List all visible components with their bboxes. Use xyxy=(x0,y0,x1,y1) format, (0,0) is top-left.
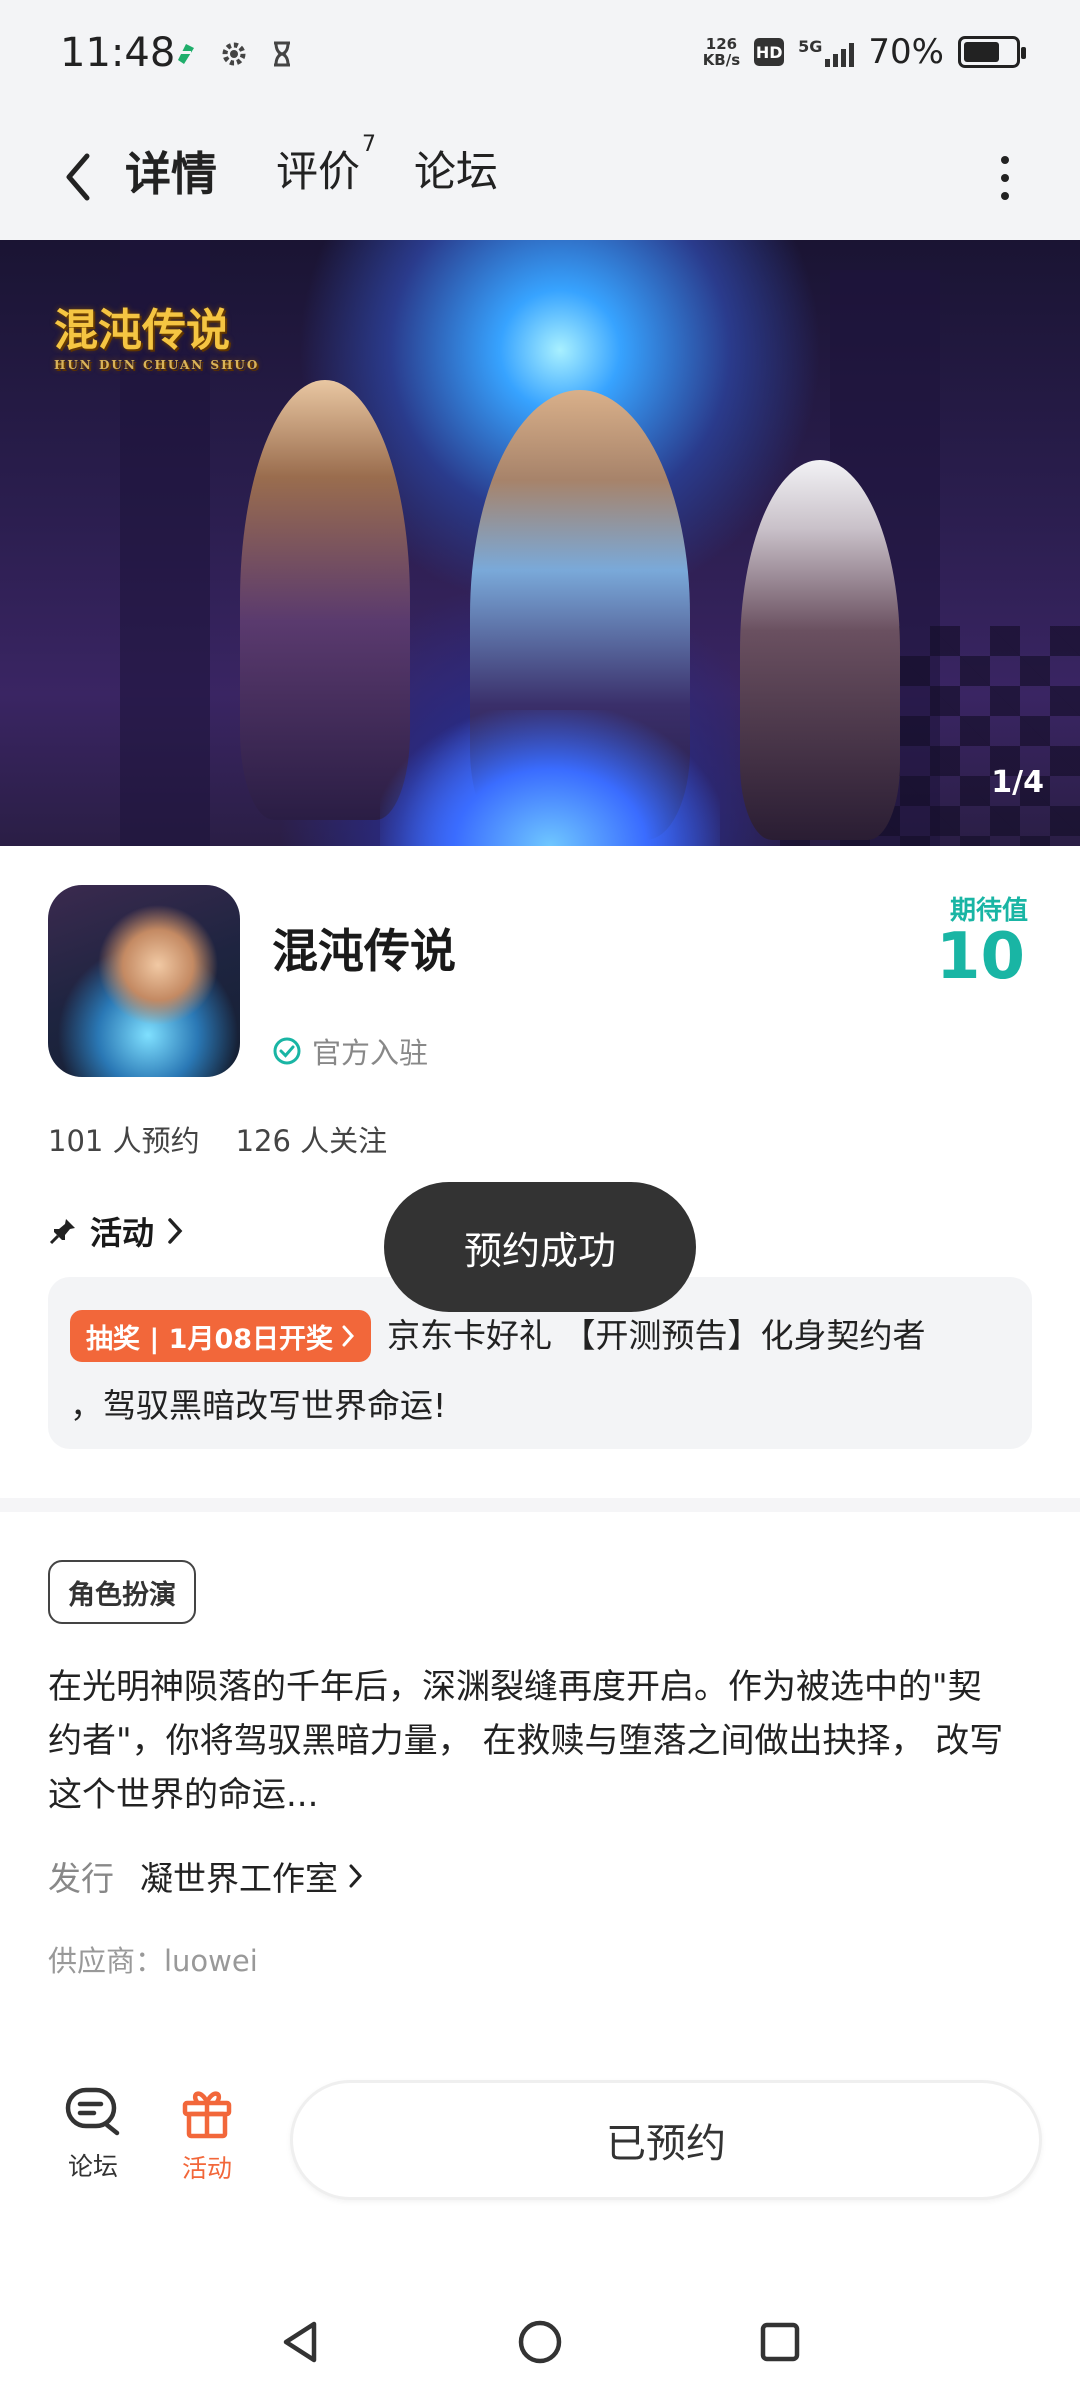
lottery-tag-label: 抽奖 | 1月08日开奖 xyxy=(86,1323,334,1355)
circle-home-icon xyxy=(518,2320,562,2364)
reservation-count: 101 人预约 xyxy=(48,1124,200,1158)
system-nav-bar xyxy=(0,2290,1080,2400)
publisher-link: 凝世界工作室 xyxy=(140,1852,364,1900)
game-app-icon xyxy=(48,885,240,1077)
more-dot-icon xyxy=(1001,192,1009,200)
tab-detail-label: 详情 xyxy=(125,147,217,201)
battery-percent: 70% xyxy=(868,32,944,72)
chevron-right-icon xyxy=(168,1218,183,1244)
official-badge: 官方入驻 xyxy=(272,1030,428,1072)
follower-count: 126 人关注 xyxy=(235,1124,388,1158)
official-label: 官方入驻 xyxy=(312,1036,429,1070)
chevron-right-icon xyxy=(349,1864,363,1888)
back-button[interactable] xyxy=(48,142,108,212)
game-banner-carousel[interactable]: 混沌传说 HUN DUN CHUAN SHUO 1/4 xyxy=(0,240,1080,846)
game-stats: 101 人预约 126 人关注 xyxy=(48,1118,387,1160)
publisher-row[interactable]: 发行 凝世界工作室 xyxy=(48,1852,364,1900)
banner-character-right xyxy=(740,460,900,840)
activity-heading: 活动 xyxy=(90,1214,155,1252)
publisher-name: 凝世界工作室 xyxy=(140,1859,338,1898)
back-arrow-icon xyxy=(66,153,90,201)
lottery-tag: 抽奖 | 1月08日开奖 xyxy=(70,1310,372,1362)
hourglass-icon xyxy=(266,38,298,70)
top-nav: 详情 评价 7 论坛 xyxy=(0,118,1080,240)
system-home-button[interactable] xyxy=(510,2312,570,2372)
square-recents-icon xyxy=(760,2322,800,2362)
settings-gear-icon xyxy=(218,38,250,70)
battery-icon xyxy=(958,36,1026,68)
status-right: 126 KB/s HD 5G 70% xyxy=(703,32,1026,72)
game-logo: 混沌传说 HUN DUN CHUAN SHUO xyxy=(44,290,269,376)
network-type: 5G xyxy=(798,37,823,56)
verified-check-icon xyxy=(273,1037,301,1065)
bottom-forum-label: 论坛 xyxy=(67,2152,118,2181)
status-notification-icons xyxy=(170,38,298,70)
system-back-button[interactable] xyxy=(270,2312,330,2372)
reserved-button[interactable]: 已预约 xyxy=(290,2080,1042,2200)
status-time: 11:48 xyxy=(60,30,176,76)
section-divider xyxy=(0,1498,1080,1512)
bottom-activity-button[interactable]: 活动 xyxy=(152,2085,262,2185)
network-speed-value: 126 xyxy=(705,35,738,53)
status-bar: 11:48 126 KB/s HD 5G 70% xyxy=(0,0,1080,118)
banner-page-counter: 1/4 xyxy=(991,765,1044,800)
triangle-back-icon xyxy=(283,2321,317,2363)
game-description: 在光明神陨落的千年后，深渊裂缝再度开启。作为被选中的"契约者"，你将驾驭黑暗力量… xyxy=(48,1667,1004,1815)
system-recents-button[interactable] xyxy=(750,2312,810,2372)
signal-icon: 5G xyxy=(798,37,855,67)
banner-blue-flames xyxy=(380,710,720,846)
pin-icon xyxy=(49,1219,75,1245)
network-speed-unit: KB/s xyxy=(702,51,741,69)
battery-fill xyxy=(964,42,999,62)
activity-section-header[interactable]: 活动 xyxy=(48,1208,184,1254)
more-dot-icon xyxy=(1001,174,1009,182)
bottom-forum-button[interactable]: 论坛 xyxy=(38,2085,148,2183)
tab-detail[interactable]: 详情 xyxy=(123,138,221,204)
hd-badge: HD xyxy=(754,38,785,66)
supplier-info: 供应商：luowei xyxy=(48,1944,258,1978)
toast-message: 预约成功 xyxy=(384,1182,696,1312)
chevron-right-icon xyxy=(342,1325,355,1347)
more-dot-icon xyxy=(1001,156,1009,164)
bottom-activity-label: 活动 xyxy=(181,2154,232,2183)
tab-forum[interactable]: 论坛 xyxy=(414,138,498,199)
publisher-label: 发行 xyxy=(48,1859,114,1898)
activity-text-line1: 京东卡好礼 【开测预告】化身契约者 xyxy=(387,1316,926,1355)
app-notification-icon xyxy=(170,38,202,70)
game-title: 混沌传说 xyxy=(272,924,456,978)
activity-text-line2: ，驾驭黑暗改写世界命运! xyxy=(70,1386,447,1425)
gift-icon xyxy=(182,2091,232,2139)
review-count-badge: 7 xyxy=(362,132,377,157)
game-logo-text: 混沌传说 xyxy=(54,305,230,356)
more-menu-button[interactable] xyxy=(990,148,1020,208)
expectation-value: 10 xyxy=(935,920,1025,994)
forum-chat-icon xyxy=(65,2087,120,2136)
tab-review-label: 评价 xyxy=(276,147,361,196)
activity-line-1: 抽奖 | 1月08日开奖 京东卡好礼 【开测预告】化身契约者 xyxy=(70,1303,926,1369)
genre-tag[interactable]: 角色扮演 xyxy=(48,1560,196,1624)
game-logo-subtext: HUN DUN CHUAN SHUO xyxy=(54,358,260,372)
tab-review[interactable]: 评价 7 xyxy=(276,132,376,199)
network-speed: 126 KB/s xyxy=(703,36,740,68)
tab-forum-label: 论坛 xyxy=(414,147,499,196)
